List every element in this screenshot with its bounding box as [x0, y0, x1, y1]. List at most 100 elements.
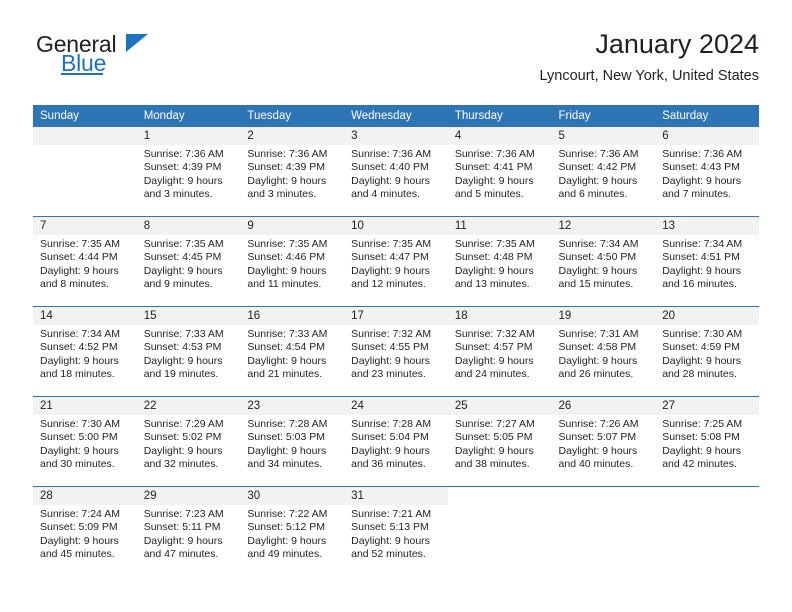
- calendar-day-cell[interactable]: [655, 486, 759, 576]
- day-number: 2: [240, 127, 345, 145]
- weekday-header-saturday: Saturday: [655, 105, 759, 127]
- sunrise-text: Sunrise: 7:32 AM: [454, 328, 535, 340]
- daylight-text: and 52 minutes.: [351, 548, 426, 561]
- calendar-day-cell[interactable]: 7 Sunrise: 7:35 AM Sunset: 4:44 PM Daylight…: [33, 216, 137, 307]
- day-number: 8: [136, 217, 241, 235]
- sunset-text: Sunset: 4:59 PM: [662, 341, 740, 354]
- daylight-text: and 3 minutes.: [247, 188, 317, 201]
- calendar-day-cell[interactable]: 30 Sunrise: 7:22 AM Sunset: 5:12 PM Dayligh…: [240, 486, 345, 576]
- day-details: Sunrise: 7:36 AM Sunset: 4:39 PM Daylight:…: [137, 145, 241, 202]
- calendar-day-cell[interactable]: 15 Sunrise: 7:33 AM Sunset: 4:53 PM Dayligh…: [136, 306, 241, 397]
- day-number: 30: [240, 487, 345, 505]
- day-details: Sunrise: 7:36 AM Sunset: 4:41 PM Daylight:…: [448, 145, 552, 202]
- daylight-text: Daylight: 9 hours: [454, 174, 534, 187]
- sunset-text: Sunset: 5:11 PM: [143, 521, 221, 534]
- sunrise-text: Sunrise: 7:23 AM: [143, 508, 224, 520]
- weekday-header-sunday: Sunday: [33, 105, 137, 127]
- calendar-day-cell[interactable]: 24 Sunrise: 7:28 AM Sunset: 5:04 PM Dayligh…: [344, 396, 448, 487]
- calendar-day-cell[interactable]: 18 Sunrise: 7:32 AM Sunset: 4:57 PM Dayligh…: [447, 306, 552, 397]
- calendar-day-cell[interactable]: 16 Sunrise: 7:33 AM Sunset: 4:54 PM Dayligh…: [240, 306, 345, 397]
- daylight-text: Daylight: 9 hours: [143, 264, 223, 277]
- sunset-text: Sunset: 5:00 PM: [40, 431, 118, 444]
- daylight-text: and 34 minutes.: [247, 458, 323, 471]
- calendar-day-cell[interactable]: 26 Sunrise: 7:26 AM Sunset: 5:07 PM Dayligh…: [551, 396, 656, 487]
- daylight-text: Daylight: 9 hours: [558, 444, 638, 457]
- weekday-header-thursday: Thursday: [447, 105, 552, 127]
- daylight-text: and 49 minutes.: [247, 548, 323, 561]
- daylight-text: Daylight: 9 hours: [454, 444, 534, 457]
- day-details: Sunrise: 7:36 AM Sunset: 4:40 PM Daylight:…: [344, 145, 448, 202]
- sunset-text: Sunset: 4:52 PM: [40, 341, 118, 354]
- general-blue-logo[interactable]: General Blue: [33, 31, 213, 87]
- day-number: 21: [33, 397, 137, 415]
- day-number: 29: [136, 487, 241, 505]
- sunrise-text: Sunrise: 7:22 AM: [247, 508, 328, 520]
- sunrise-text: Sunrise: 7:25 AM: [662, 418, 743, 430]
- sunset-text: Sunset: 4:42 PM: [558, 161, 637, 174]
- day-details: Sunrise: 7:28 AM Sunset: 5:03 PM Daylight:…: [240, 415, 344, 472]
- calendar-day-cell[interactable]: 28 Sunrise: 7:24 AM Sunset: 5:09 PM Dayligh…: [33, 486, 137, 576]
- day-number: [33, 127, 137, 145]
- calendar-day-cell[interactable]: 13 Sunrise: 7:34 AM Sunset: 4:51 PM Dayligh…: [655, 216, 759, 307]
- sunrise-text: Sunrise: 7:35 AM: [454, 238, 535, 250]
- sunrise-text: Sunrise: 7:27 AM: [454, 418, 535, 430]
- calendar-day-cell[interactable]: [447, 486, 552, 576]
- calendar-day-cell[interactable]: 23 Sunrise: 7:28 AM Sunset: 5:03 PM Dayligh…: [240, 396, 345, 487]
- calendar-table: Sunday Monday Tuesday Wednesday Thursday…: [33, 105, 759, 576]
- calendar-day-cell[interactable]: 21 Sunrise: 7:30 AM Sunset: 5:00 PM Dayligh…: [33, 396, 137, 487]
- calendar-day-cell[interactable]: 8 Sunrise: 7:35 AM Sunset: 4:45 PM Daylight…: [136, 216, 241, 307]
- daylight-text: and 15 minutes.: [558, 278, 634, 291]
- calendar-day-cell[interactable]: 27 Sunrise: 7:25 AM Sunset: 5:08 PM Dayligh…: [655, 396, 759, 487]
- calendar-day-cell[interactable]: 22 Sunrise: 7:29 AM Sunset: 5:02 PM Dayligh…: [136, 396, 241, 487]
- sunset-text: Sunset: 4:39 PM: [143, 161, 222, 174]
- calendar-body: 1 Sunrise: 7:36 AM Sunset: 4:39 PM Daylight…: [33, 127, 759, 576]
- daylight-text: and 9 minutes.: [143, 278, 213, 291]
- daylight-text: Daylight: 9 hours: [351, 264, 430, 277]
- calendar-week-row: 1 Sunrise: 7:36 AM Sunset: 4:39 PM Daylight…: [33, 127, 759, 217]
- day-number: 7: [33, 217, 137, 235]
- calendar-day-cell[interactable]: 5 Sunrise: 7:36 AM Sunset: 4:42 PM Daylight…: [551, 127, 656, 217]
- calendar-day-cell[interactable]: [551, 486, 656, 576]
- calendar-day-cell[interactable]: 17 Sunrise: 7:32 AM Sunset: 4:55 PM Dayligh…: [344, 306, 448, 397]
- calendar-day-cell[interactable]: 25 Sunrise: 7:27 AM Sunset: 5:05 PM Dayligh…: [447, 396, 552, 487]
- calendar-day-cell[interactable]: 4 Sunrise: 7:36 AM Sunset: 4:41 PM Daylight…: [447, 127, 552, 217]
- day-number: [655, 487, 759, 505]
- daylight-text: Daylight: 9 hours: [558, 174, 638, 187]
- calendar-day-cell[interactable]: 3 Sunrise: 7:36 AM Sunset: 4:40 PM Daylight…: [344, 127, 448, 217]
- daylight-text: Daylight: 9 hours: [558, 354, 638, 367]
- calendar-day-cell[interactable]: 12 Sunrise: 7:34 AM Sunset: 4:50 PM Dayligh…: [551, 216, 656, 307]
- day-details: Sunrise: 7:35 AM Sunset: 4:47 PM Daylight:…: [344, 235, 448, 292]
- calendar-day-cell[interactable]: 19 Sunrise: 7:31 AM Sunset: 4:58 PM Dayligh…: [551, 306, 656, 397]
- daylight-text: Daylight: 9 hours: [662, 354, 742, 367]
- calendar-day-cell[interactable]: [33, 127, 137, 217]
- day-number: 16: [240, 307, 345, 325]
- daylight-text: and 24 minutes.: [454, 368, 530, 381]
- calendar-day-cell[interactable]: 29 Sunrise: 7:23 AM Sunset: 5:11 PM Dayligh…: [136, 486, 241, 576]
- calendar-day-cell[interactable]: 31 Sunrise: 7:21 AM Sunset: 5:13 PM Dayligh…: [344, 486, 448, 576]
- day-number: 28: [33, 487, 137, 505]
- daylight-text: and 45 minutes.: [40, 548, 115, 561]
- sunrise-text: Sunrise: 7:36 AM: [662, 148, 743, 160]
- daylight-text: and 3 minutes.: [143, 188, 213, 201]
- sunrise-text: Sunrise: 7:36 AM: [351, 148, 432, 160]
- triangle-icon: [126, 34, 148, 52]
- calendar-day-cell[interactable]: 10 Sunrise: 7:35 AM Sunset: 4:47 PM Dayligh…: [344, 216, 448, 307]
- daylight-text: Daylight: 9 hours: [40, 534, 119, 547]
- calendar-day-cell[interactable]: 2 Sunrise: 7:36 AM Sunset: 4:39 PM Daylight…: [240, 127, 345, 217]
- calendar-day-cell[interactable]: 20 Sunrise: 7:30 AM Sunset: 4:59 PM Dayligh…: [655, 306, 759, 397]
- calendar-day-cell[interactable]: 11 Sunrise: 7:35 AM Sunset: 4:48 PM Dayligh…: [447, 216, 552, 307]
- sunrise-text: Sunrise: 7:28 AM: [247, 418, 328, 430]
- calendar-day-cell[interactable]: 6 Sunrise: 7:36 AM Sunset: 4:43 PM Daylight…: [655, 127, 759, 217]
- calendar-week-row: 7 Sunrise: 7:35 AM Sunset: 4:44 PM Daylight…: [33, 216, 759, 307]
- sunrise-text: Sunrise: 7:36 AM: [143, 148, 224, 160]
- day-details: Sunrise: 7:24 AM Sunset: 5:09 PM Daylight:…: [33, 505, 137, 562]
- sunset-text: Sunset: 4:53 PM: [143, 341, 222, 354]
- daylight-text: and 18 minutes.: [40, 368, 115, 381]
- calendar-week-row: 28 Sunrise: 7:24 AM Sunset: 5:09 PM Dayligh…: [33, 486, 759, 576]
- weekday-header-monday: Monday: [136, 105, 241, 127]
- sunset-text: Sunset: 4:44 PM: [40, 251, 118, 264]
- calendar-day-cell[interactable]: 9 Sunrise: 7:35 AM Sunset: 4:46 PM Daylight…: [240, 216, 345, 307]
- calendar-day-cell[interactable]: 14 Sunrise: 7:34 AM Sunset: 4:52 PM Dayligh…: [33, 306, 137, 397]
- sunset-text: Sunset: 4:43 PM: [662, 161, 740, 174]
- calendar-day-cell[interactable]: 1 Sunrise: 7:36 AM Sunset: 4:39 PM Daylight…: [136, 127, 241, 217]
